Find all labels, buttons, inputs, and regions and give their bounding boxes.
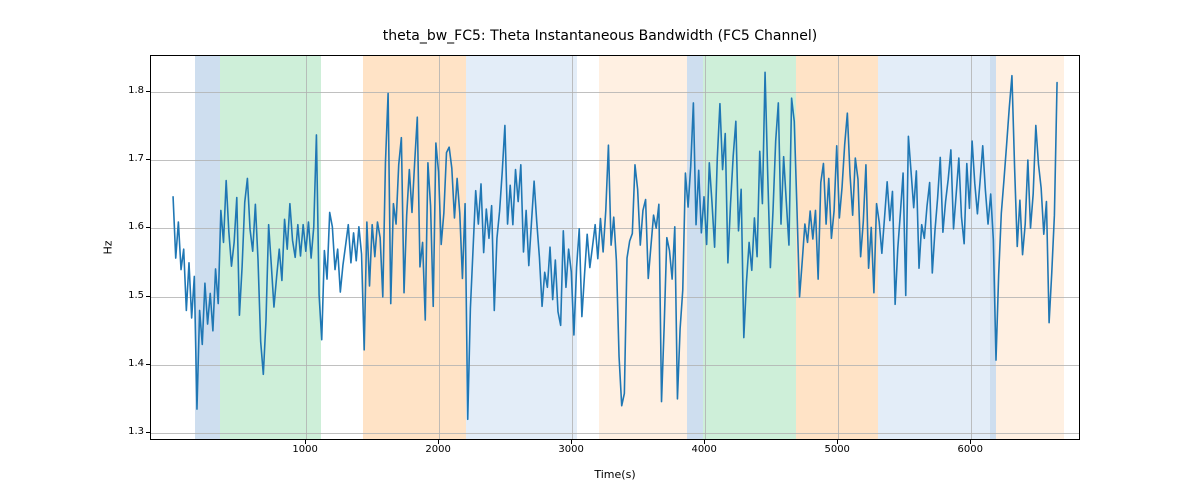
y-tick-mark [146,296,150,297]
x-tick-label: 1000 [285,444,325,455]
y-tick-mark [146,432,150,433]
y-tick-mark [146,159,150,160]
y-tick-label: 1.8 [110,85,144,96]
x-tick-label: 6000 [950,444,990,455]
x-axis-label: Time(s) [150,468,1080,481]
chart-figure: theta_bw_FC5: Theta Instantaneous Bandwi… [0,0,1200,500]
y-tick-label: 1.4 [110,358,144,369]
x-tick-label: 3000 [551,444,591,455]
line-series [151,56,1079,439]
chart-title: theta_bw_FC5: Theta Instantaneous Bandwi… [0,28,1200,44]
y-tick-label: 1.3 [110,426,144,437]
x-tick-label: 4000 [684,444,724,455]
y-tick-mark [146,91,150,92]
y-tick-mark [146,227,150,228]
y-tick-mark [146,364,150,365]
y-tick-label: 1.7 [110,153,144,164]
x-tick-label: 5000 [817,444,857,455]
y-tick-label: 1.5 [110,290,144,301]
plot-area [150,55,1080,440]
x-tick-label: 2000 [418,444,458,455]
y-tick-label: 1.6 [110,221,144,232]
